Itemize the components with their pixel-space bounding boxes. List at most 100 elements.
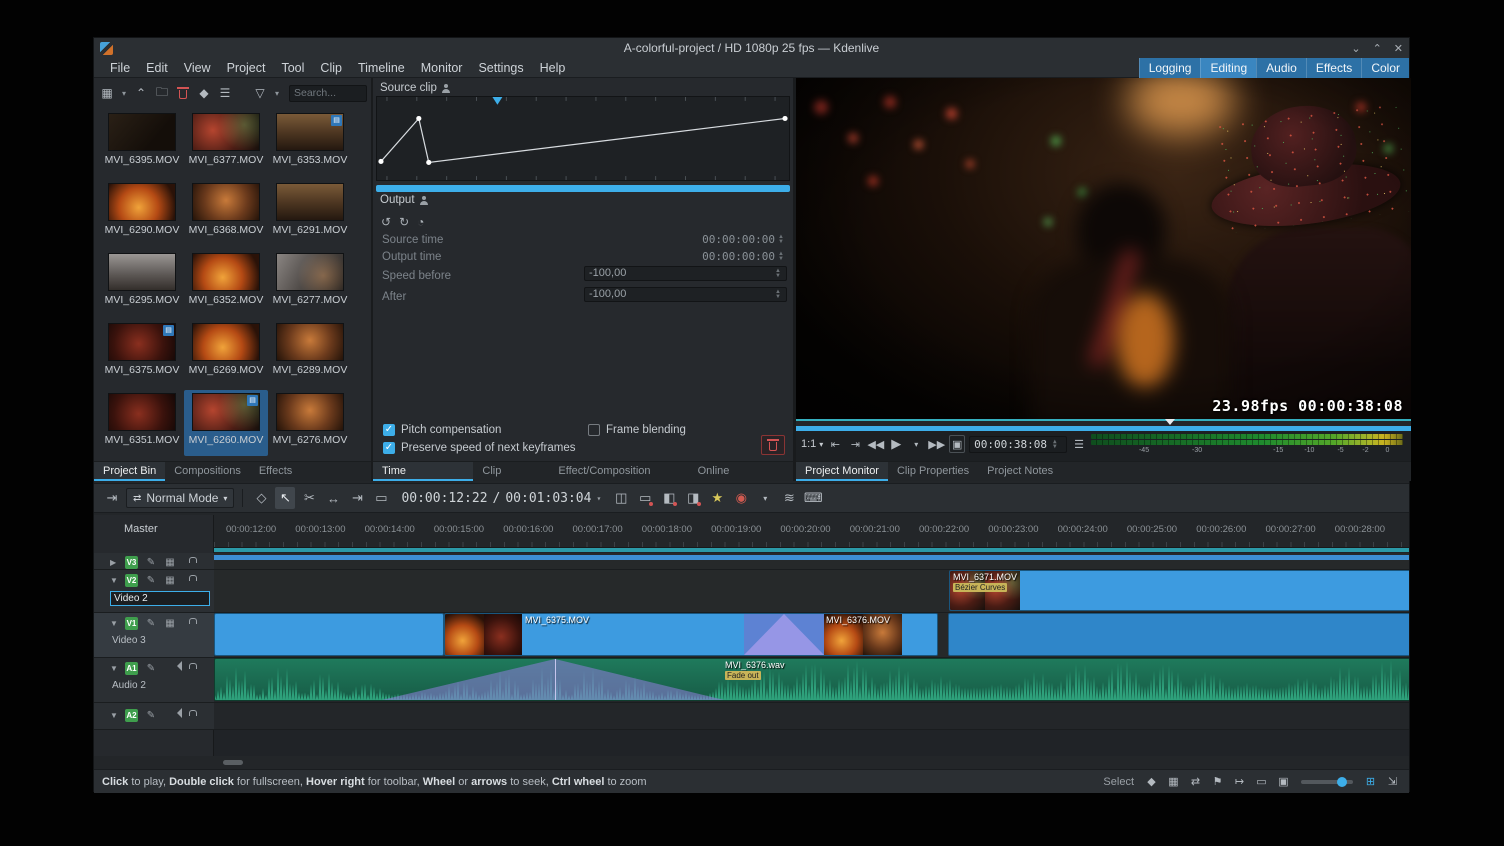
- bin-clip-item[interactable]: MVI_6291.MOV: [268, 180, 352, 246]
- insert-zone-icon[interactable]: ⇥: [347, 487, 367, 509]
- subtitle-icon[interactable]: ⌨: [803, 487, 823, 509]
- chevron-down-icon[interactable]: ▼: [110, 619, 118, 628]
- bin-clip-item[interactable]: MVI_6277.MOV: [268, 250, 352, 316]
- remap-tab-online-resources[interactable]: Online Resources: [689, 462, 793, 481]
- record-icon[interactable]: ◉: [731, 487, 751, 509]
- pencil-icon[interactable]: ✎: [145, 663, 157, 674]
- timeline-clip-v1-right[interactable]: [948, 613, 1409, 656]
- filter-caret-icon[interactable]: ▾: [272, 84, 282, 102]
- bin-clip-item[interactable]: ▤MVI_6375.MOV: [100, 320, 184, 386]
- favorite-effects-icon[interactable]: ★: [707, 487, 727, 509]
- chevron-down-icon[interactable]: ▼: [110, 576, 118, 585]
- track-v2-rename-input[interactable]: [110, 591, 210, 606]
- pencil-icon[interactable]: ✎: [145, 710, 157, 721]
- track-v1-header[interactable]: ▼ V1 ✎ ▦ Video 3: [94, 613, 214, 658]
- menu-view[interactable]: View: [176, 58, 219, 78]
- spacer-tool-icon[interactable]: ↔: [323, 487, 343, 509]
- bin-clip-item[interactable]: MVI_6276.MOV: [268, 390, 352, 456]
- menu-clip[interactable]: Clip: [312, 58, 350, 78]
- track-a2-header[interactable]: ▼ A2 ✎: [94, 703, 214, 730]
- create-folder-icon[interactable]: 🗀: [153, 84, 171, 102]
- hscroll-handle[interactable]: [223, 760, 243, 765]
- workspace-tab-effects[interactable]: Effects: [1306, 58, 1361, 78]
- monitor-video[interactable]: 23.98fps 00:00:38:08: [796, 78, 1411, 419]
- extract-zone-icon[interactable]: ▭: [371, 487, 391, 509]
- zone-out-icon[interactable]: ⇥: [847, 435, 863, 453]
- track-target-icon[interactable]: ⇥: [102, 487, 122, 509]
- monitor-tab-clip-properties[interactable]: Clip Properties: [888, 462, 978, 481]
- overwrite-zone-icon[interactable]: ◫: [611, 487, 631, 509]
- play-caret-icon[interactable]: ▾: [908, 435, 924, 453]
- monitor-menu-icon[interactable]: ☰: [1071, 435, 1087, 453]
- timeline-zoom-slider[interactable]: [1301, 780, 1353, 784]
- remap-zone-bar[interactable]: [376, 185, 790, 192]
- output-time-value[interactable]: 00:00:00:00: [702, 250, 775, 263]
- track-v2-header[interactable]: ▼ V2 ✎ ▦: [94, 570, 214, 613]
- titlebar[interactable]: A-colorful-project / HD 1080p 25 fps — K…: [94, 38, 1409, 58]
- minimize-icon[interactable]: ⌄: [1351, 42, 1360, 55]
- tag-toggle-icon[interactable]: ◆: [1143, 774, 1160, 790]
- menu-settings[interactable]: Settings: [470, 58, 531, 78]
- track-v3-header[interactable]: ▶ V3 ✎ ▦: [94, 553, 214, 570]
- monitor-seek-bar[interactable]: [796, 419, 1411, 426]
- forward-icon[interactable]: ▶▶: [928, 435, 945, 453]
- output-time-spinner[interactable]: ▲▼: [778, 252, 787, 262]
- keyframe-editor[interactable]: [376, 96, 790, 181]
- track-v1-content[interactable]: MVI_6375.MOV MVI_6376.MOV: [214, 613, 1409, 658]
- zone-marker-icon[interactable]: ◨: [683, 487, 703, 509]
- video-track-icon[interactable]: ▦: [164, 575, 176, 586]
- chevron-down-icon[interactable]: ▼: [110, 711, 118, 720]
- fit-timeline-icon[interactable]: ⇲: [1384, 774, 1401, 790]
- bin-clip-item[interactable]: MVI_6352.MOV: [184, 250, 268, 316]
- remap-tab-clip-monitor[interactable]: Clip Monitor: [473, 462, 549, 481]
- bin-clip-item[interactable]: MVI_6351.MOV: [100, 390, 184, 456]
- timeline-clip-mvi6375-6376[interactable]: MVI_6375.MOV MVI_6376.MOV: [444, 613, 938, 656]
- zoom-slider-handle[interactable]: [1337, 777, 1347, 787]
- delete-icon[interactable]: [174, 84, 192, 102]
- video-track-icon[interactable]: ▦: [164, 557, 176, 568]
- remap-tab-time-remapping[interactable]: Time Remapping: [373, 462, 473, 481]
- preserve-speed-checkbox[interactable]: ✓: [383, 442, 395, 454]
- tag-icon[interactable]: ◆: [195, 84, 213, 102]
- bin-clip-item[interactable]: ▤MVI_6260.MOV: [184, 390, 268, 456]
- play-icon[interactable]: ▶: [888, 435, 904, 453]
- close-icon[interactable]: ✕: [1394, 42, 1403, 55]
- track-a1-badge[interactable]: A1: [125, 662, 138, 675]
- workspace-tab-logging[interactable]: Logging: [1139, 58, 1201, 78]
- thumbnails-toggle-icon[interactable]: ▦: [1165, 774, 1182, 790]
- source-time-spinner[interactable]: ▲▼: [778, 235, 787, 245]
- razor-tool-icon[interactable]: ✂: [299, 487, 319, 509]
- bin-clip-item[interactable]: ▤MVI_6353.MOV: [268, 110, 352, 176]
- menu-file[interactable]: File: [102, 58, 138, 78]
- marker-flag-icon[interactable]: ⚑: [1209, 774, 1226, 790]
- maximize-icon[interactable]: ⌃: [1373, 42, 1382, 55]
- workspace-tab-color[interactable]: Color: [1361, 58, 1409, 78]
- track-a2-badge[interactable]: A2: [125, 709, 138, 722]
- speed-after-input[interactable]: -100,00 ▲▼: [584, 287, 787, 302]
- track-v2-content[interactable]: MVI_6371.MOV Bézier Curves: [214, 570, 1409, 613]
- zoom-out-icon[interactable]: ▭: [1253, 774, 1270, 790]
- view-mode-icon[interactable]: ▦: [98, 84, 116, 102]
- bin-clip-item[interactable]: MVI_6395.MOV: [100, 110, 184, 176]
- timeline-clip-mvi6371[interactable]: MVI_6371.MOV Bézier Curves: [949, 570, 1409, 611]
- timeline-clip-mvi6376-wav[interactable]: MVI_6376.wav Fade out: [214, 658, 1409, 701]
- speed-before-spinner[interactable]: ▲▼: [775, 269, 784, 279]
- guide-marker-icon[interactable]: ◧: [659, 487, 679, 509]
- bin-clip-item[interactable]: MVI_6377.MOV: [184, 110, 268, 176]
- search-input[interactable]: [289, 85, 367, 102]
- snap-toggle-icon[interactable]: ⇄: [1187, 774, 1204, 790]
- remap-tab-effect-composition-stack[interactable]: Effect/Composition Stack: [549, 462, 688, 481]
- pencil-icon[interactable]: ✎: [145, 557, 157, 568]
- video-track-icon[interactable]: ▦: [164, 618, 176, 629]
- add-keyframe-icon[interactable]: ↺: [381, 215, 391, 229]
- frame-blending-checkbox[interactable]: [588, 424, 600, 436]
- chevron-right-icon[interactable]: ▶: [110, 558, 118, 567]
- pencil-icon[interactable]: ✎: [145, 575, 157, 586]
- delete-keyframe-button[interactable]: [761, 435, 785, 455]
- bin-clip-item[interactable]: MVI_6295.MOV: [100, 250, 184, 316]
- track-v1-badge[interactable]: V1: [125, 617, 138, 630]
- timeline-hscrollbar[interactable]: [94, 756, 1409, 769]
- menu-project[interactable]: Project: [219, 58, 274, 78]
- bin-tab-effects[interactable]: Effects: [250, 462, 301, 481]
- pitch-compensation-checkbox[interactable]: ✓: [383, 424, 395, 436]
